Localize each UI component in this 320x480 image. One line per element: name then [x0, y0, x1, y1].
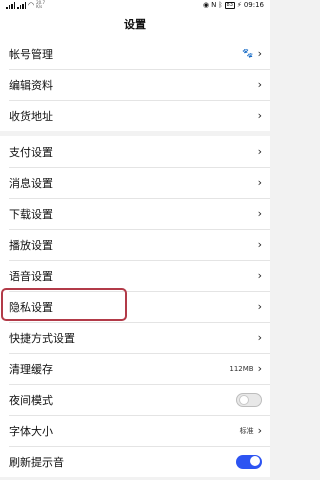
- toggle-knob: [239, 395, 249, 405]
- bluetooth-icon: ᛒ: [218, 1, 223, 9]
- chevron-right-icon: ›: [257, 78, 262, 91]
- battery-indicator: 83: [224, 1, 235, 9]
- row-label: 播放设置: [9, 238, 53, 252]
- row-label: 语音设置: [9, 269, 53, 283]
- row-label: 支付设置: [9, 145, 53, 159]
- night-mode-toggle[interactable]: [236, 392, 262, 407]
- settings-row-font-size[interactable]: 字体大小 标准 ›: [0, 415, 270, 446]
- settings-row-refresh-sound: 刷新提示音: [0, 446, 270, 477]
- settings-row-privacy[interactable]: 隐私设置 ›: [0, 291, 270, 322]
- row-label: 夜间模式: [9, 393, 53, 407]
- chevron-right-icon: ›: [257, 362, 262, 375]
- row-label: 帐号管理: [9, 47, 53, 61]
- nfc-icon: N: [211, 1, 217, 9]
- settings-row-playback[interactable]: 播放设置 ›: [0, 229, 270, 260]
- row-label: 刷新提示音: [9, 455, 64, 469]
- row-label: 清理缓存: [9, 362, 53, 376]
- wifi-icon: ◠: [28, 1, 35, 9]
- charging-icon: ⚡: [236, 1, 242, 9]
- general-settings-group: 支付设置 › 消息设置 › 下载设置 › 播放设置 › 语音设置 › 隐私设置 …: [0, 136, 270, 477]
- row-label: 字体大小: [9, 424, 53, 438]
- signal-icon-2: [17, 1, 26, 9]
- chevron-right-icon: ›: [257, 269, 262, 282]
- chevron-right-icon: ›: [257, 238, 262, 251]
- chevron-right-icon: ›: [257, 300, 262, 313]
- settings-row-shipping-address[interactable]: 收货地址 ›: [0, 100, 270, 131]
- chevron-right-icon: ›: [257, 331, 262, 344]
- chevron-right-icon: ›: [257, 145, 262, 158]
- chevron-right-icon: ›: [257, 47, 262, 60]
- settings-row-clear-cache[interactable]: 清理缓存 112MB ›: [0, 353, 270, 384]
- settings-row-shortcut[interactable]: 快捷方式设置 ›: [0, 322, 270, 353]
- settings-row-payment[interactable]: 支付设置 ›: [0, 136, 270, 167]
- settings-row-download[interactable]: 下载设置 ›: [0, 198, 270, 229]
- chevron-right-icon: ›: [257, 207, 262, 220]
- eye-icon: ◉: [202, 1, 210, 9]
- row-label: 下载设置: [9, 207, 53, 221]
- cache-size: 112MB: [229, 364, 254, 373]
- settings-row-voice[interactable]: 语音设置 ›: [0, 260, 270, 291]
- font-size-value: 标准: [239, 426, 254, 435]
- clock: 09:16: [243, 1, 264, 9]
- row-label: 消息设置: [9, 176, 53, 190]
- title-bar: 设置: [0, 10, 270, 38]
- status-bar: ◠ 20.7 K/s ◉ N ᛒ 83 ⚡ 09:16: [0, 0, 270, 10]
- settings-row-account-management[interactable]: 帐号管理 🐾 ›: [0, 38, 270, 69]
- row-label: 隐私设置: [9, 300, 53, 314]
- row-label: 快捷方式设置: [9, 331, 75, 345]
- settings-row-night-mode: 夜间模式: [0, 384, 270, 415]
- network-speed-unit: K/s: [36, 4, 43, 9]
- page-title: 设置: [124, 18, 146, 31]
- toggle-knob: [250, 456, 260, 466]
- settings-row-message[interactable]: 消息设置 ›: [0, 167, 270, 198]
- paw-icon: 🐾: [242, 48, 254, 59]
- chevron-right-icon: ›: [257, 424, 262, 437]
- account-settings-group: 帐号管理 🐾 › 编辑资料 › 收货地址 ›: [0, 38, 270, 131]
- row-label: 编辑资料: [9, 78, 53, 92]
- refresh-sound-toggle[interactable]: [236, 454, 262, 469]
- signal-icon: [6, 1, 15, 9]
- row-label: 收货地址: [9, 109, 53, 123]
- chevron-right-icon: ›: [257, 176, 262, 189]
- chevron-right-icon: ›: [257, 109, 262, 122]
- settings-row-edit-profile[interactable]: 编辑资料 ›: [0, 69, 270, 100]
